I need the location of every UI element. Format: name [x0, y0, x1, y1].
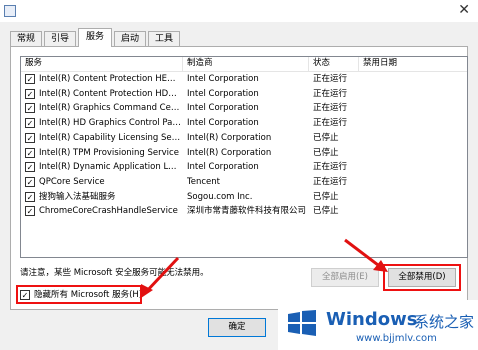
watermark-url: www.bjjmlv.com	[356, 333, 437, 344]
red-arrow-icon	[141, 256, 180, 298]
tab-services[interactable]: 服务	[78, 28, 112, 47]
annotation-arrows	[141, 238, 388, 298]
watermark-site-name: 系统之家	[414, 313, 475, 331]
windows-logo-icon	[288, 310, 316, 336]
red-arrow-icon	[344, 238, 388, 272]
watermark: Windows 系统之家 www.bjjmlv.com	[278, 300, 478, 350]
watermark-title: Windows	[326, 309, 418, 330]
